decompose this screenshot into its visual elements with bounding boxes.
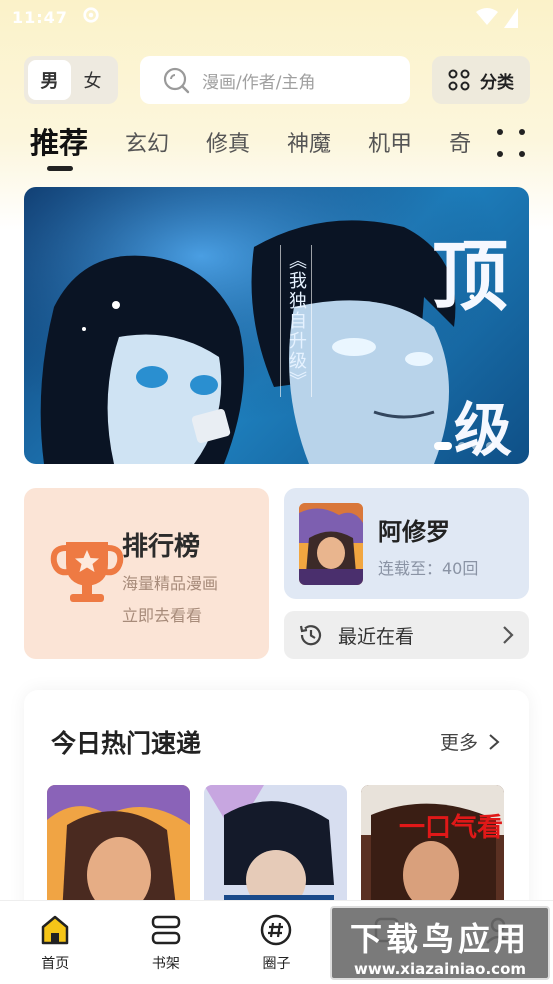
featured-banner[interactable]: 《我独自升级》 顶 级 bbox=[24, 187, 529, 464]
banner-dot[interactable] bbox=[458, 442, 466, 450]
more-tabs-icon[interactable] bbox=[496, 128, 526, 158]
recent-reading-button[interactable]: 最近在看 bbox=[284, 611, 529, 659]
watermark-line2: www.xiazainiao.com bbox=[353, 960, 527, 978]
hot-comic-thumb[interactable]: 一口气看 bbox=[361, 785, 504, 915]
search-input[interactable]: 漫画/作者/主角 bbox=[140, 56, 410, 104]
banner-pagination bbox=[434, 442, 500, 450]
recent-label: 最近在看 bbox=[338, 625, 415, 648]
tab-shenmo[interactable]: 神魔 bbox=[287, 118, 331, 158]
thumb-overlay-text: 一口气看 bbox=[399, 813, 504, 843]
hot-more-link[interactable]: 更多 bbox=[440, 728, 500, 755]
banner-dot[interactable] bbox=[472, 442, 480, 450]
nav-home[interactable]: 首页 bbox=[0, 901, 111, 984]
category-label: 分类 bbox=[480, 72, 514, 93]
nav-home-label: 首页 bbox=[41, 956, 70, 972]
nav-circle[interactable]: 圈子 bbox=[221, 901, 332, 984]
tab-xuanhuan[interactable]: 玄幻 bbox=[125, 118, 169, 158]
gender-switch[interactable]: 男 女 bbox=[24, 56, 118, 104]
nav-bookshelf[interactable]: 书架 bbox=[111, 901, 222, 984]
ranking-line2: 立即去看看 bbox=[122, 606, 203, 625]
comic-cover bbox=[299, 503, 363, 585]
hot-comic-list: 一口气看 bbox=[47, 785, 518, 915]
tab-qi[interactable]: 奇 bbox=[449, 118, 471, 158]
trophy-icon bbox=[50, 542, 124, 602]
hot-comic-thumb[interactable] bbox=[204, 785, 347, 915]
tab-recommend[interactable]: 推荐 bbox=[30, 118, 88, 171]
bookshelf-icon bbox=[151, 915, 181, 945]
status-bar: 11:47 bbox=[0, 0, 553, 36]
hot-comic-thumb[interactable] bbox=[47, 785, 190, 915]
ranking-title: 排行榜 bbox=[122, 532, 201, 562]
history-icon bbox=[299, 625, 322, 646]
banner-dot[interactable] bbox=[434, 442, 452, 450]
search-placeholder: 漫画/作者/主角 bbox=[202, 72, 316, 93]
nav-bookshelf-label: 书架 bbox=[151, 956, 180, 972]
wifi-icon bbox=[476, 8, 498, 25]
battery-icon bbox=[504, 8, 518, 28]
gender-male-option[interactable]: 男 bbox=[28, 60, 71, 100]
banner-headline-bottom: 级 bbox=[454, 396, 513, 464]
chevron-right-icon bbox=[489, 733, 500, 750]
continue-reading-card[interactable]: 阿修罗 连载至：40回 bbox=[284, 488, 529, 599]
hashtag-icon bbox=[261, 914, 292, 946]
grid-icon bbox=[448, 69, 470, 91]
continue-title: 阿修罗 bbox=[378, 518, 450, 546]
continue-progress: 连载至：40回 bbox=[378, 559, 479, 578]
category-tabs: 推荐 玄幻 修真 神魔 机甲 奇 bbox=[30, 118, 480, 178]
banner-dot[interactable] bbox=[486, 442, 494, 450]
hot-section-title: 今日热门速递 bbox=[51, 729, 202, 758]
ranking-card[interactable]: 排行榜 海量精品漫画 立即去看看 bbox=[24, 488, 269, 659]
search-icon bbox=[163, 67, 190, 94]
category-button[interactable]: 分类 bbox=[432, 56, 530, 104]
banner-subtitle: 《我独自升级》 bbox=[280, 245, 312, 397]
ranking-line1: 海量精品漫画 bbox=[122, 574, 219, 593]
gender-female-option[interactable]: 女 bbox=[71, 60, 114, 100]
tab-xiuzhen[interactable]: 修真 bbox=[206, 118, 250, 158]
gear-icon bbox=[83, 7, 99, 23]
nav-circle-label: 圈子 bbox=[262, 956, 291, 972]
watermark-line1: 下载鸟应用 bbox=[349, 920, 530, 958]
status-time: 11:47 bbox=[12, 8, 68, 27]
chevron-right-icon bbox=[503, 626, 514, 644]
home-icon bbox=[42, 915, 69, 945]
banner-headline-top: 顶 bbox=[432, 232, 508, 321]
more-label: 更多 bbox=[440, 732, 479, 754]
site-watermark: 下载鸟应用 www.xiazainiao.com bbox=[330, 906, 550, 980]
tab-jijia[interactable]: 机甲 bbox=[368, 118, 412, 158]
